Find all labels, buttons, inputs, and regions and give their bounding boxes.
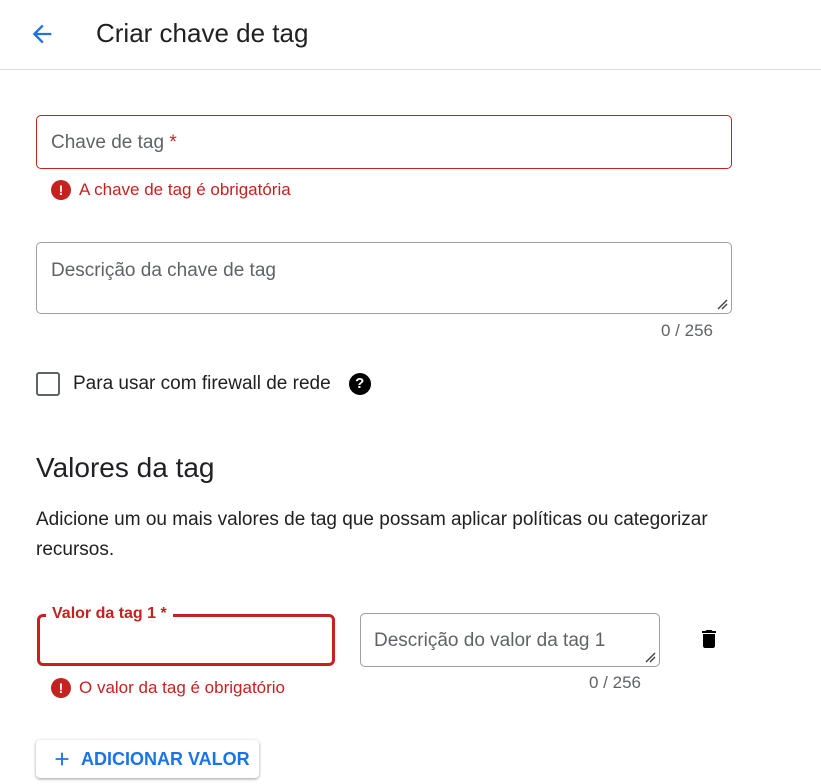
back-button[interactable] bbox=[22, 14, 62, 54]
tag-value-input[interactable]: Valor da tag 1 * bbox=[37, 604, 335, 666]
tag-value-error: ! O valor da tag é obrigatório bbox=[51, 678, 285, 698]
firewall-checkbox[interactable] bbox=[36, 372, 60, 396]
add-value-label: ADICIONAR VALOR bbox=[81, 748, 250, 769]
resize-grip-icon[interactable] bbox=[716, 298, 728, 310]
firewall-option: Para usar com firewall de rede ? bbox=[36, 372, 371, 396]
arrow-back-icon bbox=[32, 24, 52, 44]
tag-value-description-counter: 0 / 256 bbox=[589, 673, 641, 692]
error-icon: ! bbox=[51, 678, 71, 698]
page-title: Criar chave de tag bbox=[96, 18, 309, 48]
delete-value-button[interactable] bbox=[694, 624, 724, 654]
tag-values-heading: Valores da tag bbox=[36, 452, 215, 483]
page-header: Criar chave de tag bbox=[0, 0, 821, 70]
required-mark: * bbox=[169, 132, 177, 153]
tag-value-description-placeholder: Descrição do valor da tag 1 bbox=[374, 630, 606, 651]
trash-icon bbox=[702, 630, 716, 648]
tag-key-description-counter: 0 / 256 bbox=[661, 321, 713, 340]
error-icon: ! bbox=[51, 180, 71, 200]
tag-key-error: ! A chave de tag é obrigatória bbox=[51, 180, 291, 200]
resize-grip-icon[interactable] bbox=[644, 651, 656, 663]
tag-value-description-input[interactable]: Descrição do valor da tag 1 bbox=[360, 613, 660, 667]
plus-icon bbox=[55, 752, 69, 766]
tag-key-error-text: A chave de tag é obrigatória bbox=[79, 180, 291, 199]
tag-value-label: Valor da tag 1 * bbox=[46, 604, 173, 624]
tag-key-description-input[interactable]: Descrição da chave de tag bbox=[36, 242, 732, 314]
tag-key-placeholder: Chave de tag * bbox=[51, 132, 177, 153]
firewall-label[interactable]: Para usar com firewall de rede bbox=[73, 373, 331, 395]
add-value-button[interactable]: ADICIONAR VALOR bbox=[36, 740, 259, 778]
help-icon[interactable]: ? bbox=[348, 373, 371, 395]
tag-key-input[interactable]: Chave de tag * bbox=[36, 115, 732, 169]
tag-value-error-text: O valor da tag é obrigatório bbox=[79, 678, 286, 697]
tag-key-description-placeholder: Descrição da chave de tag bbox=[51, 260, 276, 281]
tag-values-description: Adicione um ou mais valores de tag que p… bbox=[36, 509, 708, 560]
